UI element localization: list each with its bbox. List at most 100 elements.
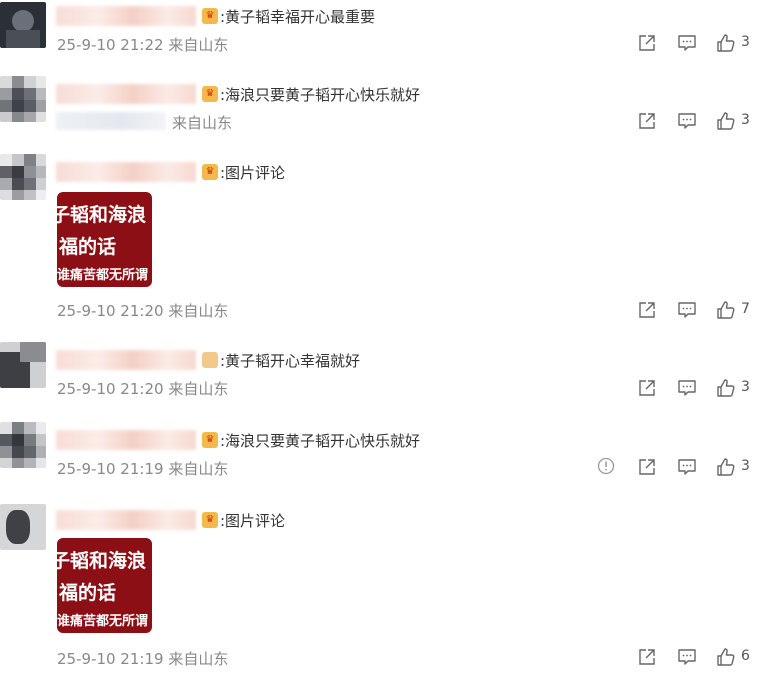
avatar[interactable] — [0, 2, 46, 48]
avatar[interactable] — [0, 342, 46, 388]
comment-text: :图片评论 — [220, 512, 286, 530]
comment-location: 来自山东 — [168, 650, 229, 668]
comment-time: 25-9-10 21:20 — [57, 380, 164, 398]
comment-item: ♛ :海浪只要黄子韬开心快乐就好 来自山东 — [0, 74, 775, 144]
like-icon — [717, 301, 735, 319]
username-blurred[interactable] — [56, 430, 196, 450]
share-button[interactable] — [637, 457, 657, 477]
share-icon — [639, 649, 655, 665]
share-button[interactable] — [637, 647, 657, 667]
comment-image[interactable]: 子韬和海浪 福的话 谁痛苦都无所谓 — [57, 538, 152, 633]
comment-item: ♛ :海浪只要黄子韬开心快乐就好 25-9-10 21:19 来自山东 — [0, 420, 775, 490]
like-icon — [717, 458, 735, 476]
comment-location: 来自山东 — [168, 460, 229, 478]
reply-button[interactable] — [677, 647, 697, 667]
comment-time: 25-9-10 21:19 — [57, 460, 164, 478]
comment-time: 25-9-10 21:19 — [57, 650, 164, 668]
time-blurred — [56, 112, 166, 130]
comment-text: :海浪只要黄子韬开心快乐就好 — [220, 86, 421, 104]
report-button[interactable] — [597, 457, 615, 479]
like-button[interactable] — [716, 457, 736, 477]
share-icon — [639, 459, 655, 475]
username-blurred[interactable] — [56, 162, 196, 182]
share-button[interactable] — [637, 33, 657, 53]
comment-time: 25-9-10 21:22 — [57, 36, 164, 54]
comment-meta: 25-9-10 21:22 来自山东 — [57, 34, 228, 55]
reply-button[interactable] — [677, 300, 697, 320]
like-icon — [717, 379, 735, 397]
like-button[interactable] — [716, 647, 736, 667]
comment-icon — [678, 302, 696, 318]
share-icon — [639, 113, 655, 129]
username-blurred[interactable] — [56, 84, 196, 104]
like-count: 7 — [741, 301, 750, 317]
comment-text: :黄子韬幸福开心最重要 — [220, 8, 376, 26]
comment-icon — [678, 649, 696, 665]
comment-location: 来自山东 — [168, 36, 229, 54]
like-icon — [717, 112, 735, 130]
share-icon — [639, 380, 655, 396]
comment-item: ♛ :图片评论 子韬和海浪 福的话 谁痛苦都无所谓 25-9-10 21:20 … — [0, 152, 775, 322]
member-badge-icon — [202, 352, 218, 368]
comment-actions: 7 — [637, 300, 775, 322]
comment-text: :黄子韬开心幸福就好 — [220, 352, 361, 370]
like-icon — [717, 34, 735, 52]
like-count: 3 — [741, 379, 750, 395]
share-icon — [639, 302, 655, 318]
member-badge-icon: ♛ — [202, 8, 218, 24]
image-text-line: 谁痛苦都无所谓 — [57, 268, 149, 283]
image-text-line: 福的话 — [59, 236, 117, 258]
comment-actions: 3 — [637, 111, 775, 133]
avatar[interactable] — [0, 76, 46, 122]
comment-icon — [678, 459, 696, 475]
comment-text: :海浪只要黄子韬开心快乐就好 — [220, 432, 421, 450]
comment-actions: 3 — [637, 378, 775, 400]
comment-actions: 3 — [637, 457, 775, 479]
reply-button[interactable] — [677, 111, 697, 131]
username-blurred[interactable] — [56, 510, 196, 530]
share-button[interactable] — [637, 378, 657, 398]
image-text-line: 子韬和海浪 — [57, 550, 147, 572]
member-badge-icon: ♛ — [202, 432, 218, 448]
comment-text: :图片评论 — [220, 164, 286, 182]
reply-button[interactable] — [677, 378, 697, 398]
member-badge-icon: ♛ — [202, 164, 218, 180]
comment-image[interactable]: 子韬和海浪 福的话 谁痛苦都无所谓 — [57, 192, 152, 287]
like-button[interactable] — [716, 378, 736, 398]
comment-meta: 25-9-10 21:20 来自山东 — [57, 300, 228, 321]
image-text-line: 福的话 — [59, 582, 117, 604]
like-icon — [717, 648, 735, 666]
reply-button[interactable] — [677, 457, 697, 477]
comment-meta: 25-9-10 21:19 来自山东 — [57, 648, 228, 669]
comment-time: 25-9-10 21:20 — [57, 302, 164, 320]
like-count: 6 — [741, 648, 750, 664]
comment-meta: 25-9-10 21:19 来自山东 — [57, 458, 228, 479]
share-button[interactable] — [637, 111, 657, 131]
like-button[interactable] — [716, 33, 736, 53]
share-icon — [639, 35, 655, 51]
image-text-line: 子韬和海浪 — [57, 204, 147, 226]
username-blurred[interactable] — [56, 350, 196, 370]
comment-actions: 6 — [637, 647, 775, 669]
avatar[interactable] — [0, 422, 46, 468]
avatar[interactable] — [0, 154, 46, 200]
comment-location: 来自山东 — [168, 380, 229, 398]
avatar[interactable] — [0, 504, 46, 550]
member-badge-icon: ♛ — [202, 512, 218, 528]
like-button[interactable] — [716, 111, 736, 131]
username-blurred[interactable] — [56, 6, 196, 26]
like-count: 3 — [741, 34, 750, 50]
comment-meta: 25-9-10 21:20 来自山东 — [57, 378, 228, 399]
comment-icon — [678, 35, 696, 51]
like-count: 3 — [741, 112, 750, 128]
report-icon — [597, 457, 615, 475]
comment-icon — [678, 380, 696, 396]
reply-button[interactable] — [677, 33, 697, 53]
comment-icon — [678, 113, 696, 129]
share-button[interactable] — [637, 300, 657, 320]
member-badge-icon: ♛ — [202, 86, 218, 102]
like-button[interactable] — [716, 300, 736, 320]
comment-location: 来自山东 — [172, 114, 233, 132]
image-text-line: 谁痛苦都无所谓 — [57, 614, 149, 629]
like-count: 3 — [741, 458, 750, 474]
